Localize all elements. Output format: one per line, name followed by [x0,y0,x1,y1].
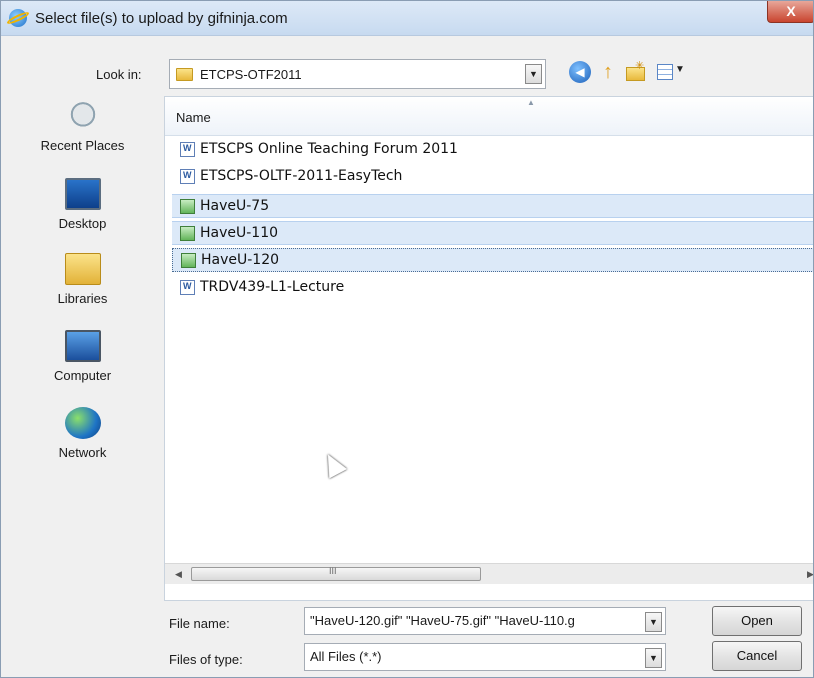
scrollbar-thumb[interactable]: III [191,566,481,581]
computer-icon [65,330,101,362]
back-icon[interactable]: ◀ [569,61,591,83]
internet-explorer-icon [9,9,27,27]
views-icon [657,64,673,80]
chevron-down-icon[interactable]: ▼ [645,648,662,668]
files-of-type-value: All Files (*.*) [310,649,382,664]
look-in-value: ETCPS-OTF2011 [200,67,302,82]
file-row-focused[interactable]: HaveU-120 [172,248,813,272]
network-icon [65,407,101,439]
open-button[interactable]: Open [712,606,802,636]
up-folder-icon[interactable]: ↑ [597,61,619,83]
new-folder-icon[interactable] [625,59,647,83]
chevron-down-icon: ▼ [675,64,685,75]
title-bar[interactable]: Select file(s) to upload by gifninja.com… [1,1,813,36]
files-of-type-dropdown[interactable]: All Files (*.*) ▼ [304,643,666,671]
file-row-selected[interactable]: HaveU-75 [172,194,813,218]
word-document-icon [180,280,195,295]
place-label: Network [58,445,107,460]
place-libraries[interactable]: Libraries [11,251,154,317]
window-title: Select file(s) to upload by gifninja.com [35,10,288,27]
file-name: HaveU-75 [200,198,270,214]
image-file-icon [181,253,196,268]
file-name: TRDV439-L1-Lecture [200,279,345,295]
thumb-grip: III [329,566,337,576]
word-document-icon [180,142,195,157]
place-computer[interactable]: Computer [11,328,154,394]
chevron-down-icon[interactable]: ▼ [645,612,662,632]
column-header-name[interactable]: Name ▲ [165,97,813,136]
scroll-left-icon[interactable]: ◀ [175,569,182,580]
place-label: Computer [53,368,112,383]
place-label: Libraries [57,291,108,306]
scroll-right-icon[interactable]: ▶ [807,569,813,580]
image-file-icon [180,199,195,214]
file-row[interactable]: TRDV439-L1-Lecture [172,276,813,300]
word-document-icon [180,169,195,184]
file-list[interactable]: Name ▲ ETSCPS Online Teaching Forum 2011… [164,96,813,601]
look-in-label: Look in: [96,67,142,82]
place-label: Desktop [58,216,107,231]
file-name: ETSCPS Online Teaching Forum 2011 [200,141,458,157]
views-menu-button[interactable]: ▼ [657,61,687,83]
place-desktop[interactable]: Desktop [11,176,154,242]
place-network[interactable]: Network [11,405,154,471]
look-in-dropdown[interactable]: ETCPS-OTF2011 ▼ [169,59,546,89]
file-name-input[interactable]: "HaveU-120.gif" "HaveU-75.gif" "HaveU-11… [304,607,666,635]
desktop-icon [65,178,101,210]
column-name-label: Name [176,110,211,125]
place-recent-places[interactable]: Recent Places [11,98,154,164]
folder-icon [176,68,193,81]
sort-ascending-icon: ▲ [527,98,535,107]
chevron-down-icon[interactable]: ▼ [525,64,542,84]
file-name-value: "HaveU-120.gif" "HaveU-75.gif" "HaveU-11… [310,613,575,628]
file-name: HaveU-110 [200,225,279,241]
file-row[interactable]: ETSCPS-OLTF-2011-EasyTech [172,165,813,189]
file-row-selected[interactable]: HaveU-110 [172,221,813,245]
close-button[interactable]: X [767,1,813,23]
horizontal-scrollbar[interactable]: ◀ III ▶ [165,563,813,584]
file-name: ETSCPS-OLTF-2011-EasyTech [200,168,403,184]
places-bar: Recent Places Desktop Libraries Computer… [11,98,154,559]
image-file-icon [180,226,195,241]
libraries-icon [65,253,101,285]
place-label: Recent Places [40,138,125,153]
file-open-dialog: Select file(s) to upload by gifninja.com… [0,0,814,678]
cancel-button[interactable]: Cancel [712,641,802,671]
files-of-type-label: Files of type: [169,652,243,667]
file-row[interactable]: ETSCPS Online Teaching Forum 2011 [172,138,813,162]
file-name: HaveU-120 [201,252,280,268]
file-name-label: File name: [169,616,230,631]
recent-places-icon [65,100,101,132]
